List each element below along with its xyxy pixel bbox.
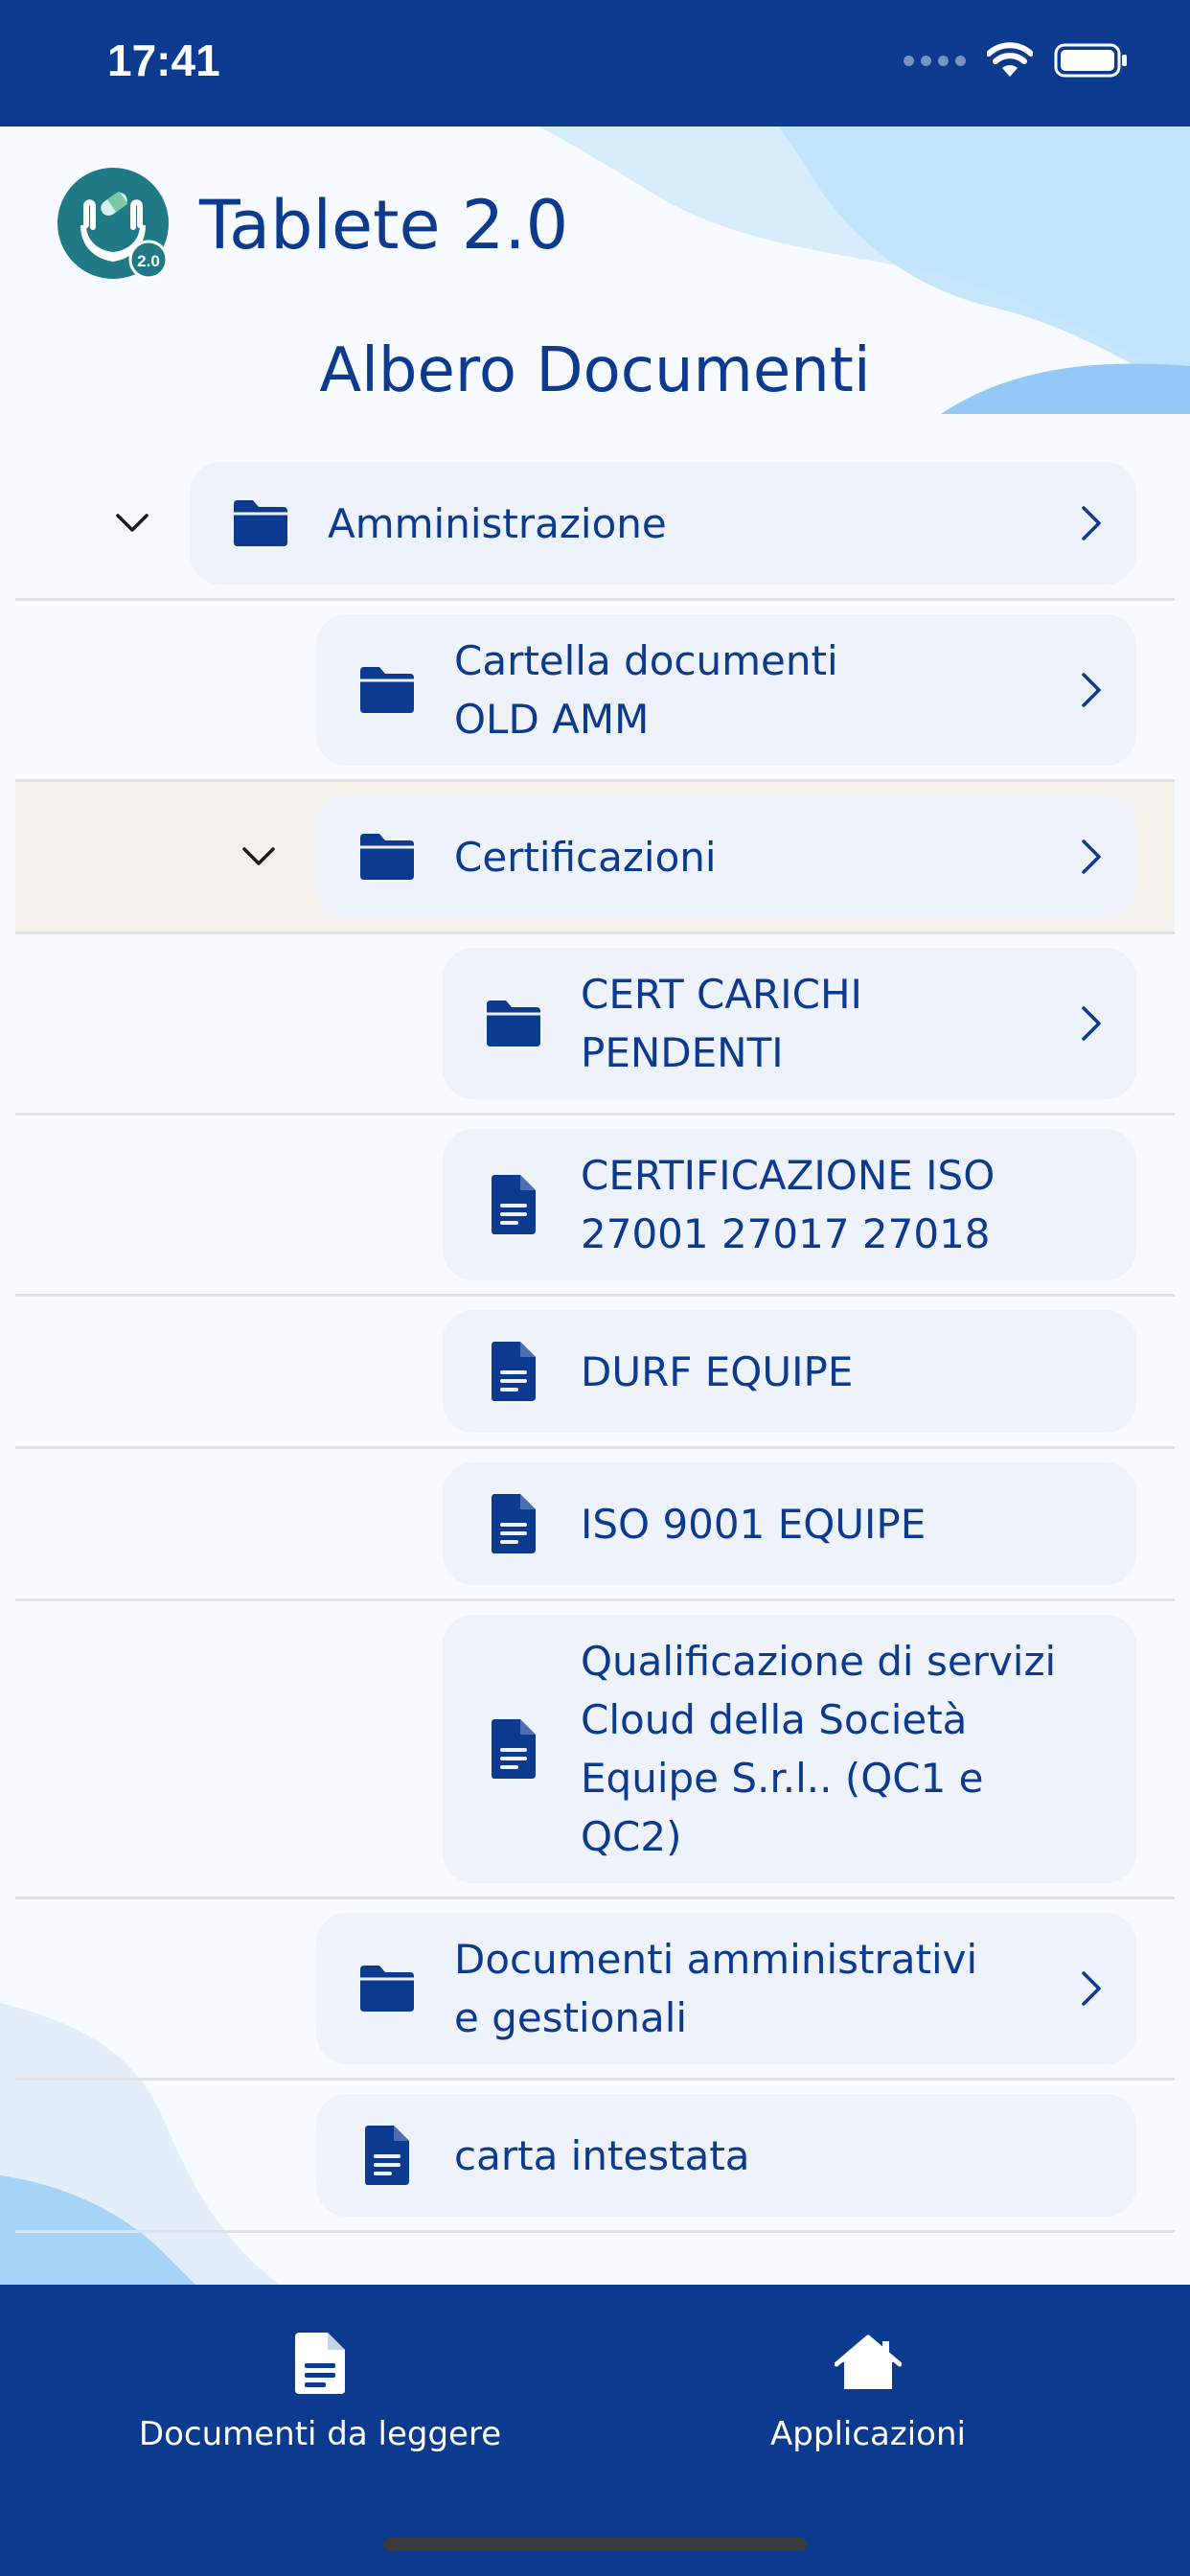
tree-item-label: CERTIFICAZIONE ISO 27001 27017 27018	[581, 1152, 995, 1257]
page-title: Albero Documenti	[319, 335, 871, 406]
folder-icon	[360, 1966, 414, 2012]
app-logo: 2.0	[57, 168, 172, 283]
chevron-right-icon	[1082, 506, 1101, 540]
file-icon-wrap	[483, 1717, 544, 1781]
folder-icon-wrap	[356, 665, 418, 715]
folder-icon-wrap	[356, 1964, 418, 2013]
nav-label-applicazioni: Applicazioni	[770, 2415, 966, 2453]
chevron-down-icon	[242, 847, 275, 865]
document-icon	[295, 2333, 345, 2394]
tree-item-label: Documenti amministrativi e gestionali	[454, 1936, 978, 2041]
file-icon-wrap	[356, 2124, 418, 2187]
tree-row: Documenti amministrativi e gestionali	[15, 1899, 1175, 2081]
tree-item-label: Cartella documenti OLD AMM	[454, 637, 838, 743]
logo-badge-text: 2.0	[137, 252, 160, 270]
tree-row: CERTIFICAZIONE ISO 27001 27017 27018	[15, 1116, 1175, 1297]
file-icon-wrap	[483, 1340, 544, 1403]
tree-row: DURF EQUIPE	[15, 1297, 1175, 1449]
tree-row: CERT CARICHI PENDENTI	[15, 934, 1175, 1116]
tree-row: ISO 9001 EQUIPE	[15, 1449, 1175, 1601]
home-icon	[835, 2334, 902, 2389]
tree-file-item[interactable]: Qualificazione di servizi Cloud della So…	[443, 1615, 1136, 1883]
folder-icon	[360, 834, 414, 880]
bottom-navigation: Documenti da leggere Applicazioni	[0, 2285, 1190, 2576]
tree-file-item[interactable]: ISO 9001 EQUIPE	[443, 1462, 1136, 1585]
tree-row: Amministrazione	[15, 448, 1175, 601]
hands-pill-logo-icon: 2.0	[57, 168, 169, 280]
document-tree: Amministrazione Cartella documenti OLD AM…	[15, 448, 1175, 2233]
tree-row: Certificazioni	[15, 782, 1175, 934]
home-indicator[interactable]	[383, 2538, 807, 2551]
file-icon	[365, 2126, 409, 2185]
folder-icon-wrap	[230, 498, 291, 548]
folder-icon	[360, 667, 414, 713]
chevron-right-icon	[1082, 840, 1101, 874]
folder-icon-wrap	[483, 999, 544, 1048]
tree-file-item[interactable]: CERTIFICAZIONE ISO 27001 27017 27018	[443, 1129, 1136, 1280]
status-icons	[904, 42, 1129, 79]
tree-row: Cartella documenti OLD AMM	[15, 601, 1175, 782]
folder-icon	[487, 1000, 540, 1046]
chevron-right-icon	[1082, 1971, 1101, 2006]
file-icon-wrap	[483, 1492, 544, 1555]
cellular-signal-icon	[904, 55, 966, 66]
file-icon	[492, 1494, 536, 1553]
tree-item-label: Qualificazione di servizi Cloud della So…	[581, 1638, 1057, 1860]
tree-row: carta intestata	[15, 2081, 1175, 2233]
folder-icon	[234, 500, 287, 546]
status-bar: 17:41	[0, 0, 1190, 126]
chevron-right-icon	[1082, 1006, 1101, 1041]
tree-item-label: Amministrazione	[328, 499, 667, 547]
tree-item-label: DURF EQUIPE	[581, 1347, 854, 1395]
open-chevron[interactable]	[1064, 672, 1102, 708]
tree-file-item[interactable]: carta intestata	[316, 2094, 1136, 2217]
wifi-icon	[987, 42, 1033, 77]
tree-folder-item[interactable]: CERT CARICHI PENDENTI	[443, 948, 1136, 1099]
battery-icon	[1054, 43, 1127, 78]
folder-icon-wrap	[356, 832, 418, 882]
collapse-toggle[interactable]	[230, 828, 287, 886]
tree-item-label: CERT CARICHI PENDENTI	[581, 971, 862, 1076]
tree-folder-item[interactable]: Cartella documenti OLD AMM	[316, 614, 1136, 766]
tree-file-item[interactable]: DURF EQUIPE	[443, 1310, 1136, 1433]
nav-applicazioni[interactable]: Applicazioni	[600, 2323, 1136, 2453]
app-header: 2.0 Tablete 2.0	[57, 168, 568, 283]
file-icon-wrap	[483, 1173, 544, 1236]
tree-item-label: ISO 9001 EQUIPE	[581, 1500, 927, 1548]
app-title: Tablete 2.0	[199, 186, 569, 264]
open-chevron[interactable]	[1064, 1005, 1102, 1042]
nav-documenti-da-leggere[interactable]: Documenti da leggere	[52, 2323, 588, 2453]
chevron-down-icon	[116, 514, 149, 532]
file-icon	[492, 1175, 536, 1234]
file-icon	[492, 1342, 536, 1401]
collapse-toggle[interactable]	[103, 494, 161, 552]
tree-folder-item[interactable]: Certificazioni	[316, 795, 1136, 918]
status-time: 17:41	[107, 35, 220, 85]
tree-item-label: carta intestata	[454, 2131, 750, 2179]
tree-item-label: Certificazioni	[454, 833, 717, 881]
chevron-right-icon	[1082, 673, 1101, 707]
nav-label-documenti: Documenti da leggere	[138, 2415, 502, 2453]
open-chevron[interactable]	[1064, 1970, 1102, 2007]
file-icon	[492, 1719, 536, 1779]
tree-folder-item[interactable]: Documenti amministrativi e gestionali	[316, 1913, 1136, 2064]
tree-row: Qualificazione di servizi Cloud della So…	[15, 1601, 1175, 1899]
tree-folder-item[interactable]: Amministrazione	[190, 462, 1136, 585]
open-chevron[interactable]	[1064, 505, 1102, 541]
open-chevron[interactable]	[1064, 839, 1102, 875]
